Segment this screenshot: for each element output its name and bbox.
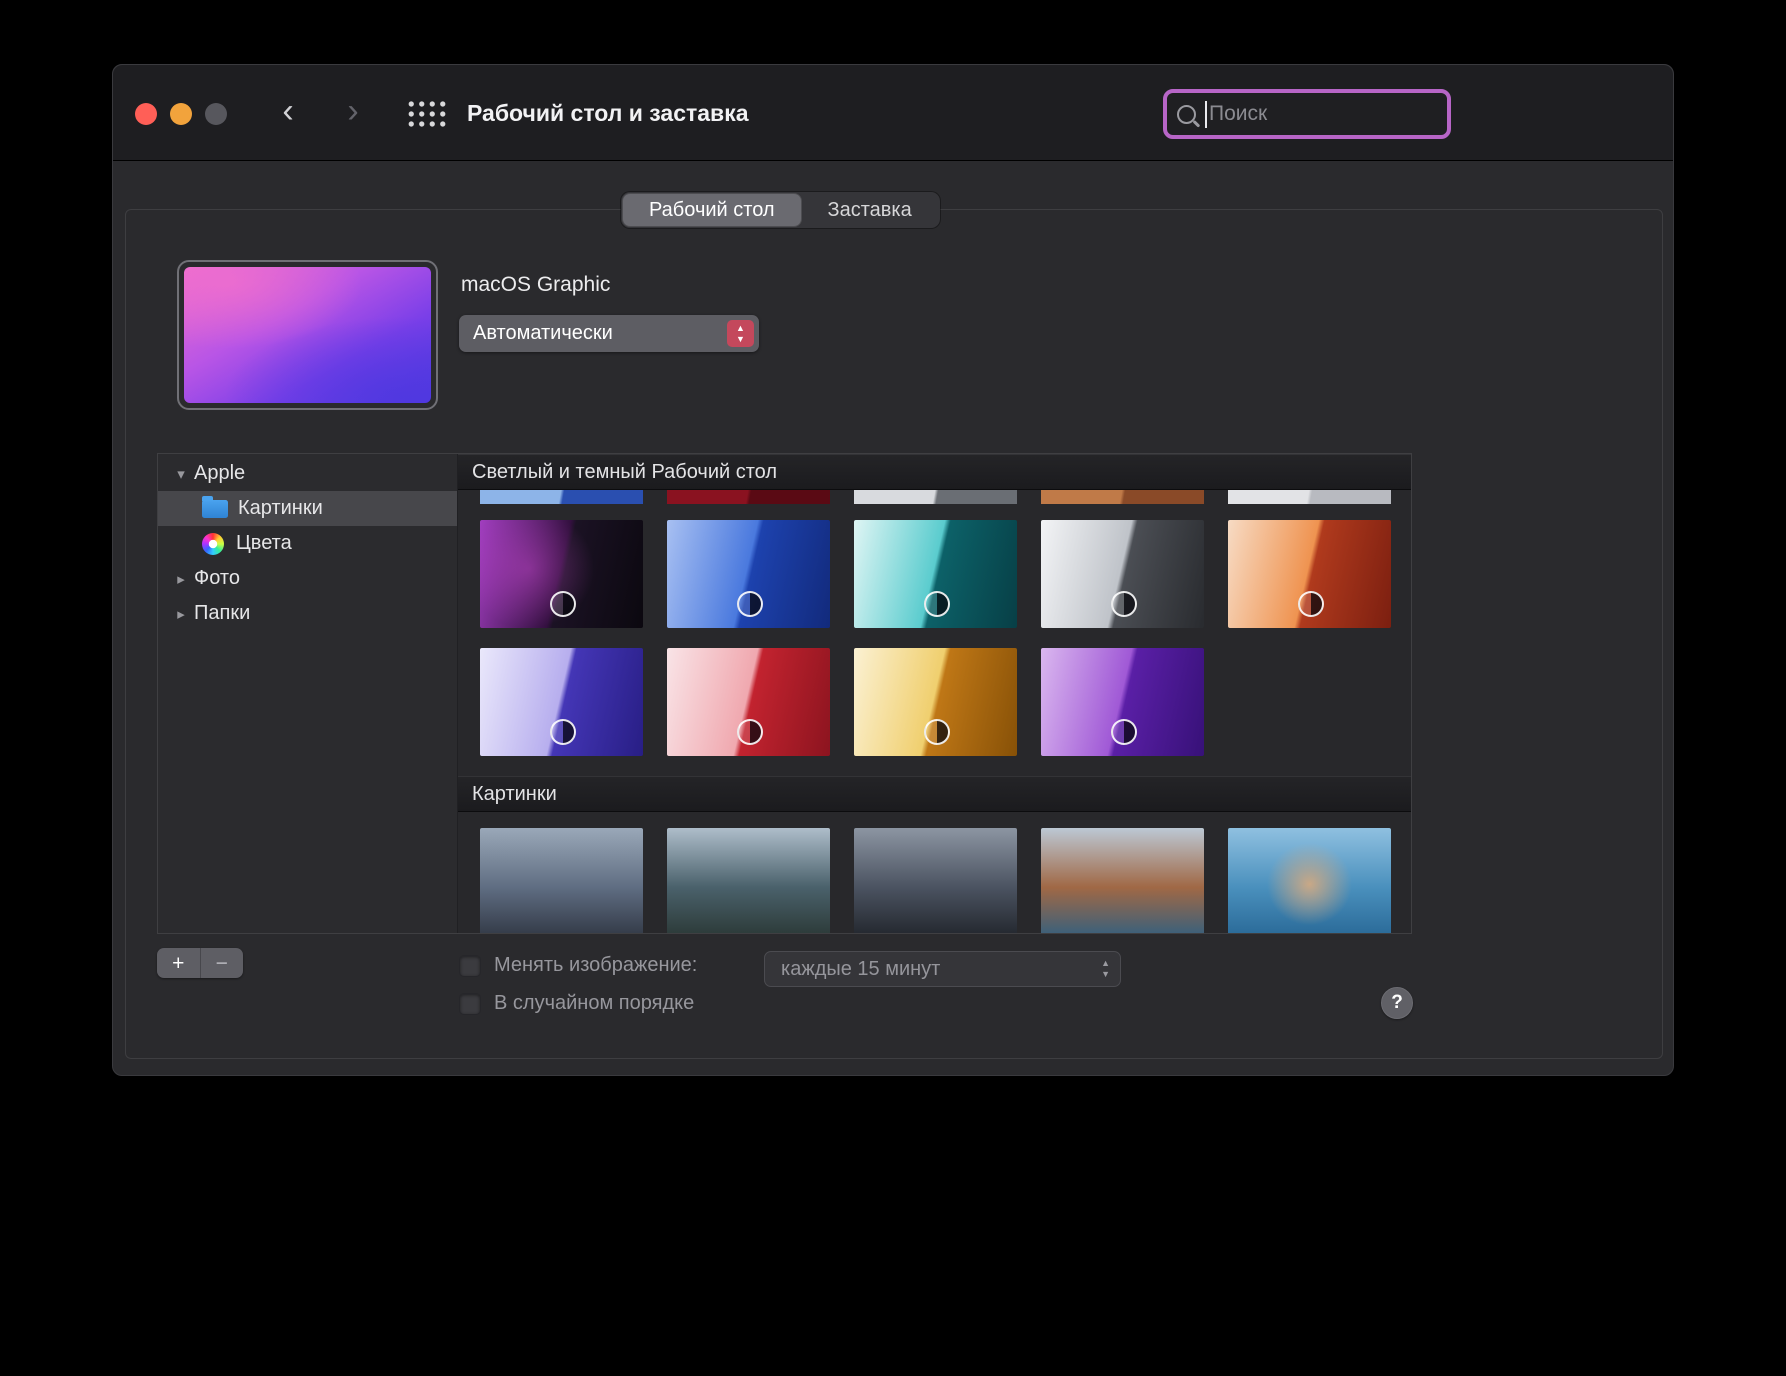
appearance-select[interactable]: Автоматически ▲ ▼	[459, 315, 759, 352]
traffic-lights	[135, 103, 227, 125]
wallpaper-name-label: macOS Graphic	[461, 273, 611, 296]
wallpaper-thumbnail[interactable]	[854, 490, 1017, 504]
wallpaper-thumbnail[interactable]	[1041, 520, 1204, 628]
sidebar-item-label: Цвета	[236, 532, 292, 554]
wallpaper-gallery: Светлый и темный Рабочий стол Картинки	[458, 454, 1411, 933]
wallpaper-preview-image	[184, 267, 431, 403]
system-preferences-window: ‹ › Рабочий стол и заставка Рабочий стол…	[112, 64, 1674, 1076]
light-dark-badge	[737, 719, 764, 746]
close-button[interactable]	[135, 103, 157, 125]
appearance-select-value: Автоматически	[473, 322, 613, 344]
folder-icon	[202, 495, 228, 518]
light-dark-badge	[924, 719, 951, 746]
light-dark-badge	[550, 719, 577, 746]
interval-select-value: каждые 15 минут	[781, 957, 941, 980]
interval-select[interactable]: каждые 15 минут ▲ ▼	[764, 951, 1121, 987]
photo-thumbnail[interactable]	[1228, 828, 1391, 933]
light-dark-badge	[550, 591, 577, 618]
chevron-right-icon[interactable]: ▸	[168, 570, 194, 588]
tab-group: Рабочий стол Заставка	[621, 192, 940, 228]
sidebar-item-folders[interactable]: ▸ Папки	[158, 596, 457, 631]
select-stepper-icon: ▲ ▼	[727, 320, 754, 347]
wallpaper-browser: ▾ Apple Картинки Цвета ▸ Фото ▸ Папки Светлый и…	[157, 453, 1412, 934]
wallpaper-thumbnail[interactable]	[667, 520, 830, 628]
tab-desktop[interactable]: Рабочий стол	[623, 194, 801, 226]
source-list: ▾ Apple Картинки Цвета ▸ Фото ▸ Папки	[158, 454, 458, 933]
wallpaper-thumbnail[interactable]	[667, 490, 830, 504]
sidebar-item-apple[interactable]: ▾ Apple	[158, 456, 457, 491]
light-dark-badge	[737, 591, 764, 618]
chevron-down-icon: ▼	[1101, 969, 1110, 979]
change-picture-label: Менять изображение:	[494, 954, 698, 976]
random-order-row: В случайном порядке	[459, 992, 694, 1015]
thumbnail-row	[458, 648, 1411, 756]
light-dark-badge	[1298, 591, 1325, 618]
change-picture-row: Менять изображение:	[459, 954, 697, 977]
chevron-up-icon: ▲	[736, 322, 745, 333]
add-folder-button[interactable]: +	[157, 948, 200, 978]
wallpaper-thumbnail[interactable]	[480, 520, 643, 628]
wallpaper-thumbnail[interactable]	[480, 648, 643, 756]
sidebar-item-label: Папки	[194, 602, 251, 624]
chevron-right-icon[interactable]: ▸	[168, 605, 194, 623]
help-button[interactable]: ?	[1381, 987, 1413, 1019]
wallpaper-thumbnail[interactable]	[1228, 520, 1391, 628]
photo-thumbnail[interactable]	[1041, 828, 1204, 933]
search-icon	[1177, 104, 1196, 124]
back-button[interactable]: ‹	[271, 65, 305, 161]
section-title: Картинки	[472, 783, 557, 805]
wallpaper-preview	[177, 260, 438, 410]
chevron-down-icon: ▼	[736, 333, 745, 344]
window-title: Рабочий стол и заставка	[467, 100, 749, 126]
sidebar-item-colors[interactable]: Цвета	[158, 526, 457, 561]
sidebar-item-label: Фото	[194, 567, 240, 589]
wallpaper-thumbnail[interactable]	[854, 520, 1017, 628]
titlebar: ‹ › Рабочий стол и заставка	[113, 65, 1673, 161]
text-caret	[1205, 100, 1207, 128]
wallpaper-thumbnail[interactable]	[854, 648, 1017, 756]
change-picture-checkbox[interactable]	[459, 954, 481, 977]
color-wheel-icon	[202, 532, 224, 555]
section-header: Картинки	[458, 776, 1411, 812]
light-dark-badge	[1111, 591, 1138, 618]
select-stepper-icon: ▲ ▼	[1101, 952, 1110, 986]
search-input[interactable]	[1209, 102, 1437, 126]
photo-thumbnail[interactable]	[667, 828, 830, 933]
wallpaper-thumbnail[interactable]	[1228, 490, 1391, 504]
light-dark-badge	[1111, 719, 1138, 746]
sidebar-item-label: Картинки	[238, 497, 323, 519]
add-remove-control: + −	[157, 948, 243, 978]
chevron-up-icon: ▲	[1101, 958, 1110, 968]
photo-thumbnail[interactable]	[854, 828, 1017, 933]
light-dark-badge	[924, 591, 951, 618]
thumbnail-row-partial	[458, 490, 1411, 504]
photo-row	[458, 828, 1411, 933]
forward-button[interactable]: ›	[336, 65, 370, 161]
show-all-grid-icon[interactable]	[406, 99, 448, 129]
random-order-label: В случайном порядке	[494, 992, 695, 1014]
sidebar-item-photos[interactable]: ▸ Фото	[158, 561, 457, 596]
wallpaper-thumbnail[interactable]	[667, 648, 830, 756]
search-field[interactable]	[1163, 89, 1451, 139]
photo-thumbnail[interactable]	[480, 828, 643, 933]
wallpaper-thumbnail[interactable]	[480, 490, 643, 504]
sidebar-item-pictures[interactable]: Картинки	[158, 491, 457, 526]
zoom-button[interactable]	[205, 103, 227, 125]
sidebar-item-label: Apple	[194, 462, 246, 484]
section-header: Светлый и темный Рабочий стол	[458, 454, 1411, 490]
thumbnail-row	[458, 520, 1411, 628]
wallpaper-thumbnail[interactable]	[1041, 490, 1204, 504]
chevron-down-icon[interactable]: ▾	[168, 465, 194, 483]
remove-folder-button[interactable]: −	[199, 948, 244, 978]
random-order-checkbox[interactable]	[459, 992, 481, 1015]
wallpaper-thumbnail[interactable]	[1041, 648, 1204, 756]
tab-screensaver[interactable]: Заставка	[802, 194, 938, 226]
minimize-button[interactable]	[170, 103, 192, 125]
section-title: Светлый и темный Рабочий стол	[472, 461, 778, 483]
